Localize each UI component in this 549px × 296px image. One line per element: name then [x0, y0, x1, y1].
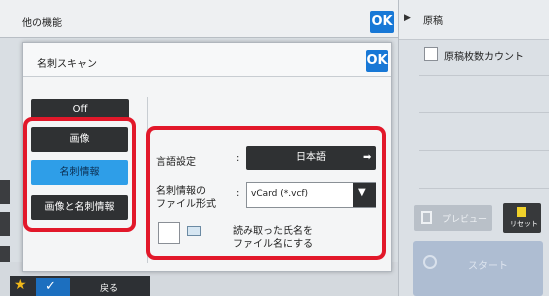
left-edge-tab-2[interactable]	[0, 212, 10, 236]
check-button[interactable]: ✓	[36, 278, 70, 296]
right-header	[399, 0, 549, 40]
right-divider-4	[419, 188, 549, 189]
reset-label: リセット	[510, 220, 538, 228]
right-panel-arrow-icon[interactable]: ▶	[404, 13, 411, 23]
start-button[interactable]: スタート	[413, 241, 543, 296]
dialog-header: 名刺スキャン OK	[23, 43, 391, 77]
preview-button[interactable]: プレビュー	[414, 205, 492, 231]
mode-card-info-label: 名刺情報	[59, 167, 100, 178]
start-label: スタート	[468, 261, 508, 272]
header-ok-button[interactable]: OK	[370, 11, 394, 33]
dropdown-triangle-icon: ▼	[358, 187, 366, 198]
right-panel: ▶ 原稿 原稿枚数カウント プレビュー リセット スタート	[398, 0, 549, 296]
check-icon: ✓	[45, 279, 56, 294]
mode-image-button[interactable]: 画像	[31, 127, 128, 152]
filename-checkbox[interactable]	[158, 222, 180, 244]
header-title: 他の機能	[22, 18, 62, 29]
dialog-title: 名刺スキャン	[37, 59, 97, 70]
left-edge-tab-1[interactable]	[0, 180, 10, 204]
dialog-ok-label: OK	[366, 53, 388, 68]
reset-button[interactable]: リセット	[503, 203, 541, 233]
right-divider-1	[419, 75, 549, 76]
star-icon[interactable]: ★	[14, 277, 27, 293]
language-value: 日本語	[296, 152, 326, 163]
filename-label-line2: ファイル名にする	[233, 239, 314, 250]
arrow-right-icon: ➡	[363, 152, 372, 163]
mode-image-and-card-label: 画像と名刺情報	[44, 202, 115, 213]
language-colon: :	[236, 153, 240, 164]
format-label-line2: ファイル形式	[156, 199, 216, 210]
card-icon	[187, 226, 201, 236]
format-value: vCard (*.vcf)	[251, 189, 309, 199]
right-panel-title: 原稿	[423, 16, 443, 27]
count-checkbox[interactable]	[424, 47, 438, 61]
right-divider-2	[419, 112, 549, 113]
header-bar: 他の機能 OK	[0, 0, 398, 38]
preview-icon	[421, 211, 432, 224]
format-dropdown-button[interactable]: ▼	[353, 183, 376, 207]
format-select[interactable]: vCard (*.vcf) ▼	[246, 182, 376, 208]
language-label: 言語設定	[156, 157, 196, 168]
mode-image-label: 画像	[69, 134, 90, 145]
reset-icon	[517, 207, 526, 217]
preview-label: プレビュー	[442, 215, 488, 225]
count-label: 原稿枚数カウント	[444, 52, 524, 63]
mode-off-label: Off	[72, 104, 88, 115]
right-divider-3	[419, 150, 549, 151]
mode-image-and-card-button[interactable]: 画像と名刺情報	[31, 195, 128, 220]
header-ok-label: OK	[371, 14, 393, 29]
dialog-ok-button[interactable]: OK	[366, 50, 388, 72]
language-button[interactable]: 日本語 ➡	[246, 146, 376, 170]
format-colon: :	[236, 188, 240, 199]
mode-card-info-button[interactable]: 名刺情報	[31, 160, 128, 185]
back-button[interactable]: 戻る	[100, 281, 118, 294]
bottom-bar-left	[10, 276, 150, 296]
start-icon	[423, 255, 437, 269]
